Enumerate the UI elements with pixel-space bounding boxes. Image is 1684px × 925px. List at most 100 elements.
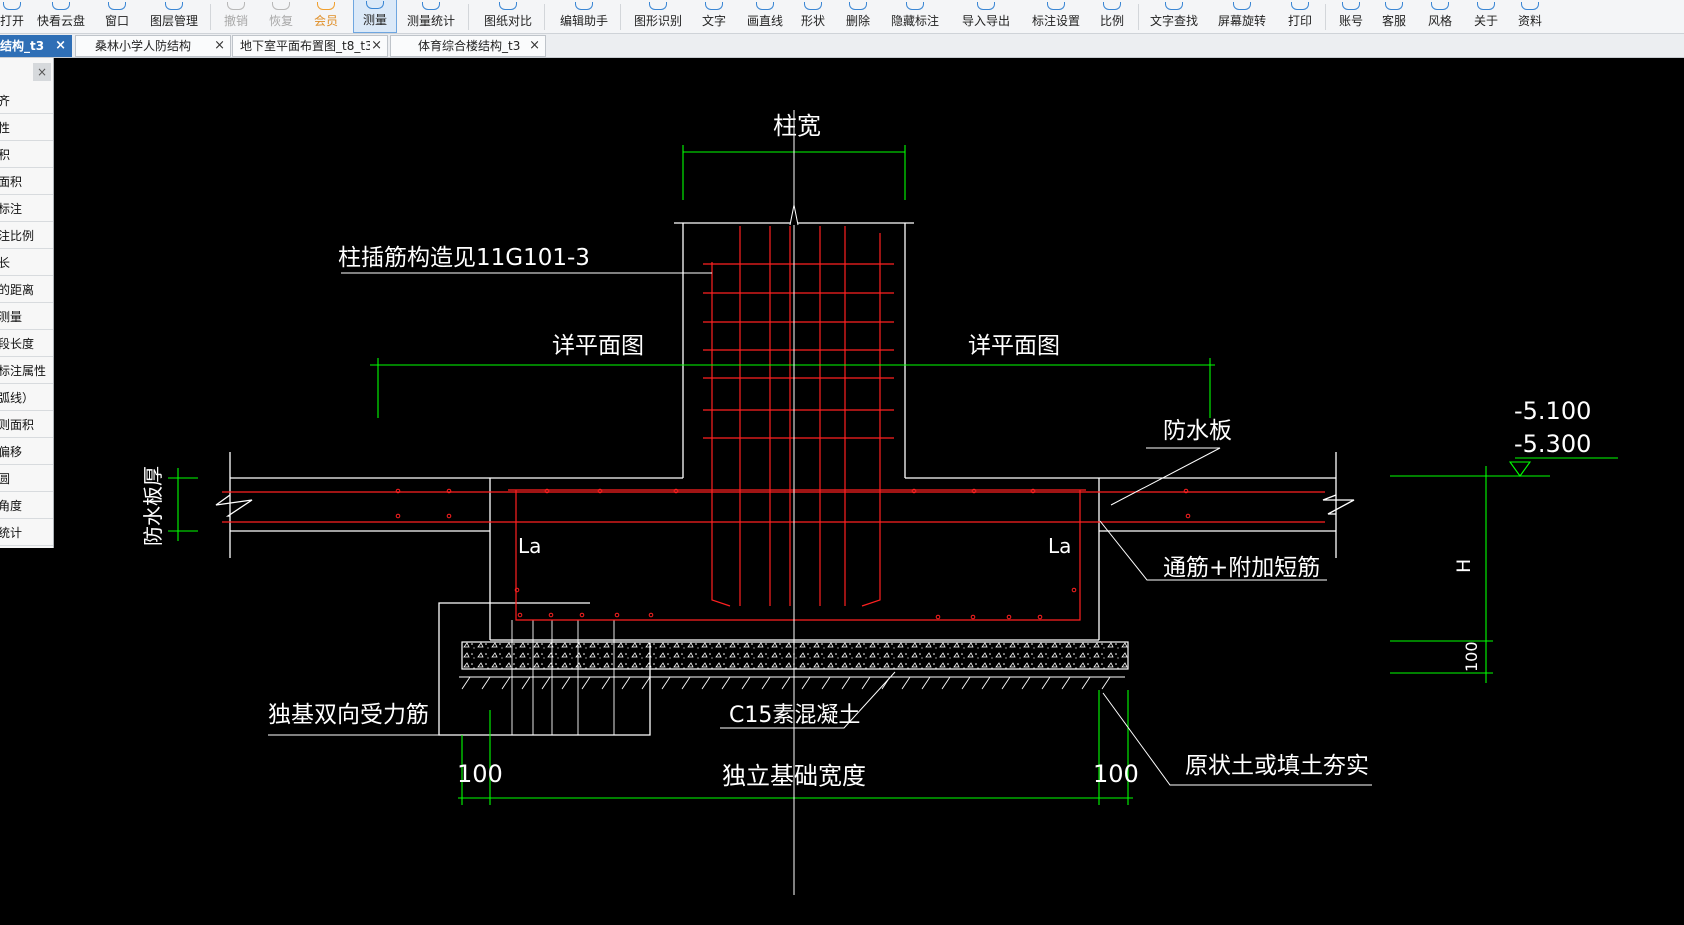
la-right-label: La <box>1048 534 1071 558</box>
line-icon <box>756 2 774 10</box>
measure-stats-button[interactable]: 测量统计 <box>403 0 459 33</box>
close-icon[interactable]: × <box>33 63 51 81</box>
import-export-icon <box>977 2 995 10</box>
hide-icon <box>906 2 924 10</box>
side-item[interactable]: 标注 <box>0 196 53 222</box>
text-button[interactable]: 文字 <box>697 0 731 33</box>
recognize-icon <box>649 2 667 10</box>
import-export-button[interactable]: 导入导出 <box>958 0 1014 33</box>
shape-icon <box>804 2 822 10</box>
shape-recognition-button[interactable]: 图形识别 <box>630 0 686 33</box>
column-dowel-note: 柱插筋构造见11G101-3 <box>338 245 590 271</box>
measure-button[interactable]: 测量 <box>353 0 397 33</box>
footing-rebar-label: 独基双向受力筋 <box>268 702 429 728</box>
through-rebar-label: 通筋+附加短筋 <box>1163 555 1320 581</box>
rebar <box>222 226 1325 621</box>
toolbar-divider <box>210 4 211 30</box>
tab-structure-t3[interactable]: 结构_t3 × <box>0 35 72 57</box>
close-icon[interactable]: × <box>529 36 540 56</box>
undo-button[interactable]: 撤销 <box>219 0 253 33</box>
dimension-100-right-label: 100 <box>1093 760 1139 788</box>
h-dimension-label: H <box>1453 559 1475 573</box>
delete-icon <box>849 2 867 10</box>
measure-stats-icon <box>422 2 440 10</box>
column-width-label: 柱宽 <box>773 112 821 140</box>
delete-button[interactable]: 删除 <box>841 0 875 33</box>
text-search-button[interactable]: 文字查找 <box>1146 0 1202 33</box>
side-item[interactable]: 测量 <box>0 304 53 330</box>
settings-icon <box>1047 2 1065 10</box>
close-icon[interactable]: × <box>214 36 225 56</box>
toolbar-divider <box>1138 4 1139 30</box>
text-icon <box>705 2 723 10</box>
c15-concrete-label: C15素混凝土 <box>729 703 860 728</box>
edit-icon <box>575 2 593 10</box>
side-item[interactable]: 齐 <box>0 88 53 114</box>
annotation-settings-button[interactable]: 标注设置 <box>1028 0 1084 33</box>
side-item[interactable]: 长 <box>0 250 53 276</box>
elevation-bottom-label: -5.300 <box>1514 430 1591 458</box>
user-icon <box>1342 2 1360 10</box>
dimension-100-left-label: 100 <box>457 760 503 788</box>
toolbar-divider <box>544 4 545 30</box>
resources-button[interactable]: 资料 <box>1513 0 1547 33</box>
document-tabs: 结构_t3 × 桑林小学人防结构 × 地下室平面布置图_t8_t3 × 体育综合… <box>0 34 1684 58</box>
ruler-icon <box>366 1 384 9</box>
side-item[interactable]: 则面积 <box>0 412 53 438</box>
side-item[interactable]: 圆 <box>0 466 53 492</box>
tab-sports-building[interactable]: 体育综合楼结构_t3 × <box>390 35 546 57</box>
window-button[interactable]: 窗口 <box>100 0 134 33</box>
vip-button[interactable]: 会员 <box>309 0 343 33</box>
side-item[interactable]: 面积 <box>0 169 53 195</box>
compacted-soil-label: 原状土或填土夯实 <box>1185 753 1369 779</box>
side-item[interactable]: 注比例 <box>0 223 53 249</box>
side-item[interactable]: 性 <box>0 115 53 141</box>
side-item[interactable]: 段长度 <box>0 331 53 357</box>
side-item[interactable]: 积 <box>0 142 53 168</box>
la-left-label: La <box>518 534 541 558</box>
draw-line-button[interactable]: 画直线 <box>743 0 787 33</box>
about-button[interactable]: 关于 <box>1469 0 1503 33</box>
style-button[interactable]: 风格 <box>1423 0 1457 33</box>
drawing-canvas[interactable]: 柱宽 柱插筋构造见11G101-3 详平面图 详平面图 防水板 防水板厚 -5.… <box>54 58 1684 925</box>
side-item[interactable]: 标注属性 <box>0 358 53 384</box>
scale-button[interactable]: 比例 <box>1095 0 1129 33</box>
waterproof-slab-thickness-label: 防水板厚 <box>141 466 165 546</box>
close-icon[interactable]: × <box>55 36 66 56</box>
side-item[interactable]: 的距离 <box>0 277 53 303</box>
shape-button[interactable]: 形状 <box>796 0 830 33</box>
palette-icon <box>1431 2 1449 10</box>
tab-sanglin-school[interactable]: 桑林小学人防结构 × <box>75 35 231 57</box>
edit-assistant-button[interactable]: 编辑助手 <box>556 0 612 33</box>
rotate-screen-button[interactable]: 屏幕旋转 <box>1214 0 1270 33</box>
support-button[interactable]: 客服 <box>1377 0 1411 33</box>
waterproof-slab-label: 防水板 <box>1163 418 1232 444</box>
side-item[interactable]: 统计 <box>0 520 53 546</box>
foundation-detail-drawing: 柱宽 柱插筋构造见11G101-3 详平面图 详平面图 防水板 防水板厚 -5.… <box>141 110 1618 895</box>
dimension-100-vertical-label: 100 <box>1462 641 1481 672</box>
headset-icon <box>1385 2 1403 10</box>
print-button[interactable]: 打印 <box>1283 0 1317 33</box>
drawing-compare-button[interactable]: 图纸对比 <box>480 0 536 33</box>
side-item[interactable]: 弧线） <box>0 385 53 411</box>
close-icon[interactable]: × <box>371 36 382 56</box>
toolbar-divider <box>620 4 621 30</box>
redo-button[interactable]: 恢复 <box>264 0 298 33</box>
tab-basement-plan[interactable]: 地下室平面布置图_t8_t3 × <box>232 35 388 57</box>
layers-icon <box>165 2 183 10</box>
toolbar-divider <box>1325 4 1326 30</box>
measure-side-panel: × 齐 性 积 面积 标注 注比例 长 的距离 测量 段长度 标注属性 弧线） … <box>0 58 54 548</box>
cloud-drive-button[interactable]: 快看云盘 <box>33 0 89 33</box>
cloud-icon <box>52 2 70 10</box>
rotate-icon <box>1233 2 1251 10</box>
account-button[interactable]: 账号 <box>1334 0 1368 33</box>
side-item[interactable]: 偏移 <box>0 439 53 465</box>
search-icon <box>1165 2 1183 10</box>
window-icon <box>108 2 126 10</box>
toolbar-divider <box>468 4 469 30</box>
side-item[interactable]: 角度 <box>0 493 53 519</box>
hide-annotations-button[interactable]: 隐藏标注 <box>887 0 943 33</box>
book-icon <box>1521 2 1539 10</box>
layer-manager-button[interactable]: 图层管理 <box>146 0 202 33</box>
open-button[interactable]: 打开 <box>0 0 24 33</box>
